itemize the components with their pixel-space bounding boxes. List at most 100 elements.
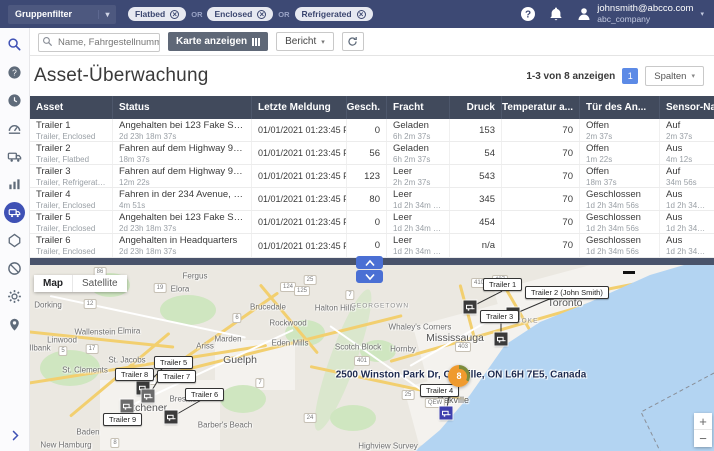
asset-search-input[interactable] — [38, 33, 160, 52]
sidebar-item-help-circle-icon[interactable]: ? — [0, 58, 30, 86]
sidebar-item-tachograph-icon[interactable] — [0, 114, 30, 142]
cell: Trailer 2Trailer, Flatbed — [30, 142, 113, 164]
column-header[interactable]: Fracht — [387, 96, 450, 119]
trailer-marker[interactable] — [142, 390, 155, 403]
table-row[interactable]: Trailer 5Trailer, Enclosed Angehalten bei… — [30, 211, 714, 234]
trailer-map-label[interactable]: Trailer 8 — [115, 368, 154, 381]
cell-duration: 1d 2h 34m 56s — [586, 247, 653, 256]
sidebar-item-search-icon[interactable] — [0, 30, 30, 58]
sidebar-item-trailer-assets-icon[interactable] — [0, 198, 30, 226]
cell: 70 — [502, 234, 580, 256]
table-row[interactable]: Trailer 6Trailer, EnclosedAngehalten in … — [30, 234, 714, 257]
trailer-map-label[interactable]: Trailer 5 — [154, 356, 193, 369]
city-label: Eden Mills — [272, 339, 309, 348]
chip-close-icon[interactable]: × — [257, 10, 266, 19]
satellite-view-button[interactable]: Satellite — [72, 275, 127, 292]
table-row[interactable]: Trailer 2Trailer, FlatbedFahren auf dem … — [30, 142, 714, 165]
page-title: Asset-Überwachung — [34, 65, 208, 87]
expand-map-button[interactable] — [356, 270, 383, 283]
cell: 70 — [502, 142, 580, 164]
vehicle-truck-icon — [7, 149, 22, 164]
trailer-marker[interactable] — [121, 400, 134, 413]
column-header[interactable]: Asset — [30, 96, 113, 119]
sidebar-nav: ? — [0, 28, 30, 451]
cell: n/a — [450, 234, 502, 256]
road-shield: 7 — [345, 290, 354, 300]
cell-value: Angehalten in Headquarters — [119, 236, 245, 247]
columns-dropdown-button[interactable]: Spalten ▾ — [645, 66, 704, 86]
user-menu[interactable]: johnsmith@abcco.com abc_company ▾ — [576, 4, 704, 25]
zoom-out-button[interactable]: − — [694, 430, 712, 447]
cluster-count: 8 — [452, 369, 467, 384]
cell-value: Auf — [666, 121, 708, 132]
trailer-map-label[interactable]: Trailer 9 — [103, 413, 142, 426]
trailer-map-label[interactable]: Trailer 6 — [185, 388, 224, 401]
road-shield: 25 — [304, 275, 317, 285]
or-label: OR — [278, 10, 289, 19]
sidebar-expand-button[interactable] — [0, 425, 30, 445]
column-header[interactable]: Gesch. — [347, 96, 387, 119]
cell: Aus4m 12s — [660, 142, 714, 164]
cell-value: Angehalten bei 123 Fake Stree... — [119, 213, 245, 224]
cell-value: Fahren in der 234 Avenue, ON — [119, 190, 245, 201]
column-header[interactable]: Sensor-Nam... — [660, 96, 714, 119]
sidebar-item-map-pin-icon[interactable] — [0, 310, 30, 338]
column-header[interactable]: Druck — [450, 96, 502, 119]
table-row[interactable]: Trailer 4Trailer, EnclosedFahren in der … — [30, 188, 714, 211]
cell-value: Geschlossen — [586, 236, 653, 247]
sidebar-item-zones-icon[interactable] — [0, 226, 30, 254]
map-canvas[interactable]: TorontoMississaugaETOBICOKEOakvilleKitch… — [30, 265, 714, 451]
trailer-marker[interactable] — [440, 407, 453, 420]
road-shield: 403 — [455, 342, 471, 352]
trailer-marker[interactable] — [165, 411, 178, 424]
road-shield: 19 — [154, 283, 167, 293]
table-row[interactable]: Trailer 1Trailer, EnclosedAngehalten bei… — [30, 119, 714, 142]
report-dropdown-button[interactable]: Bericht ▾ — [276, 32, 334, 51]
sidebar-item-settings-gear-icon[interactable] — [0, 282, 30, 310]
cell: Trailer 5Trailer, Enclosed — [30, 211, 113, 233]
table-row[interactable]: Trailer 3Trailer, RefrigeratedFahren auf… — [30, 165, 714, 188]
sidebar-item-history-clock-icon[interactable] — [0, 86, 30, 114]
trailer-marker[interactable] — [495, 333, 508, 346]
cell: Geladen6h 2m 37s — [387, 119, 450, 141]
chip-close-icon[interactable]: × — [170, 10, 179, 19]
page-1-button[interactable]: 1 — [622, 68, 638, 84]
column-header[interactable]: Letzte Meldung — [252, 96, 347, 119]
sidebar-item-rules-icon[interactable] — [0, 254, 30, 282]
refresh-icon — [347, 36, 358, 47]
cluster-marker[interactable]: 8 — [448, 365, 470, 387]
city-label: Ariss — [196, 342, 214, 351]
column-header[interactable]: Tür des An... — [580, 96, 660, 119]
cell: 70 — [502, 119, 580, 141]
sidebar-item-vehicle-truck-icon[interactable] — [0, 142, 30, 170]
trailer-map-label[interactable]: Trailer 2 (John Smith) — [525, 286, 609, 299]
zoom-in-button[interactable]: + — [694, 413, 712, 430]
column-header[interactable]: Status — [113, 96, 252, 119]
trailer-marker[interactable] — [464, 301, 477, 314]
expand-table-button[interactable] — [356, 256, 383, 269]
filter-chip[interactable]: Flatbed× — [128, 7, 186, 21]
map-view-button[interactable]: Map — [34, 275, 72, 292]
search-icon — [42, 36, 53, 47]
cell-duration: 1m 22s — [586, 155, 653, 164]
filter-chips: Flatbed×OREnclosed×ORRefrigerated× — [128, 7, 373, 21]
cell-value: Auf — [666, 167, 708, 178]
help-icon[interactable]: ? — [520, 6, 536, 22]
filter-chip[interactable]: Enclosed× — [207, 7, 273, 21]
trailer-map-label[interactable]: Trailer 7 — [157, 370, 196, 383]
chip-close-icon[interactable]: × — [357, 10, 366, 19]
group-filter-dropdown[interactable]: Gruppenfilter ▾ — [8, 5, 116, 24]
cell-duration: 2m 37s — [586, 132, 653, 141]
cell: Offen2m 37s — [580, 119, 660, 141]
cell: 01/01/2021 01:23:45 PM — [252, 234, 347, 256]
road-shield: 5 — [58, 346, 67, 356]
column-header[interactable]: Temperatur a... — [502, 96, 580, 119]
trailer-map-label[interactable]: Trailer 1 — [483, 278, 522, 291]
show-map-button[interactable]: Karte anzeigen — [168, 32, 268, 51]
sidebar-item-productivity-chart-icon[interactable] — [0, 170, 30, 198]
refresh-button[interactable] — [342, 32, 364, 51]
notifications-bell-icon[interactable] — [548, 6, 564, 22]
trailer-map-label[interactable]: Trailer 3 — [480, 310, 519, 323]
filter-chip[interactable]: Refrigerated× — [295, 7, 373, 21]
road-shield: 125 — [294, 286, 310, 296]
